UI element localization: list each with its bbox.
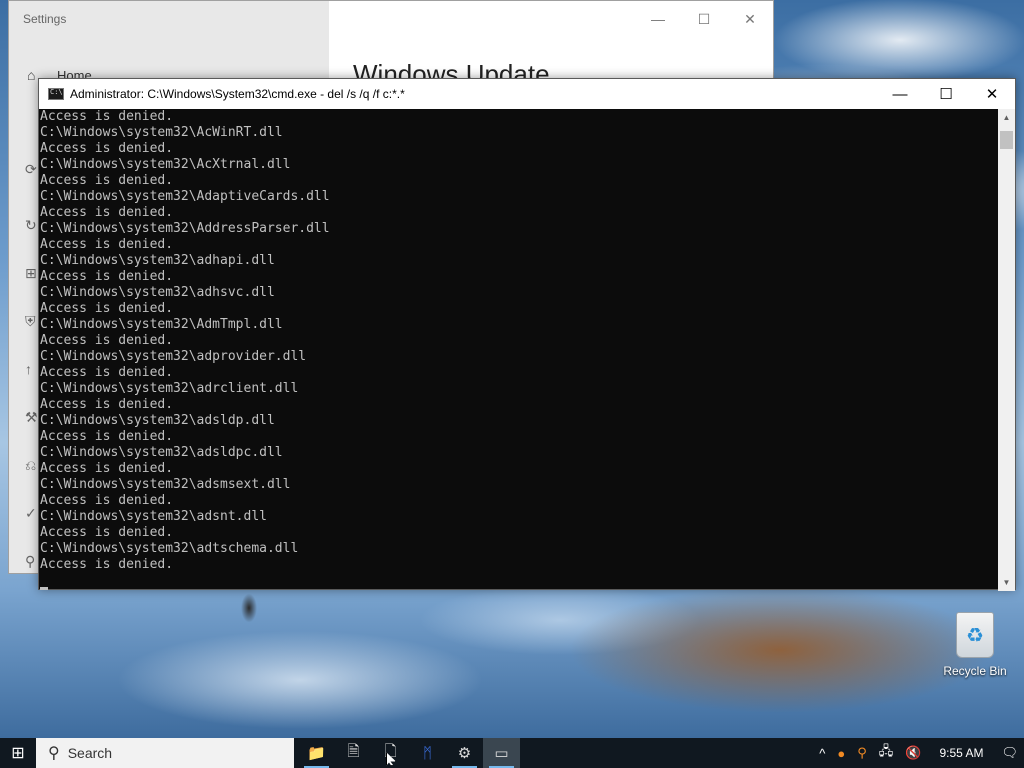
console-line: C:\Windows\system32\adsldpc.dll — [40, 445, 283, 460]
cmd-app-icon[interactable] — [48, 88, 64, 100]
cmd-icon: ▭ — [494, 745, 509, 762]
system-tray: ^ ● ⚲ 🖧 🔇 9:55 AM 🗨 — [813, 738, 1024, 768]
recycle-bin-label: Recycle Bin — [943, 664, 1007, 678]
console-line: C:\Windows\system32\adsmsext.dll — [40, 477, 291, 492]
file-explorer-icon: 📁 — [307, 745, 326, 762]
taskbar: ⊞ ⚲ Search 📁 🗎 🗋 ᛗ ⚙ ▭ ^ ● ⚲ 🖧 🔇 9:55 AM… — [0, 738, 1024, 768]
clock[interactable]: 9:55 AM — [927, 746, 995, 760]
console-line: Access is denied. — [40, 365, 174, 380]
cmd-close-button[interactable]: ✕ — [969, 79, 1015, 109]
console-line: C:\Windows\system32\AddressParser.dll — [40, 221, 330, 236]
console-line: Access is denied. — [40, 301, 174, 316]
console-line: Access is denied. — [40, 237, 174, 252]
volume-muted-icon[interactable]: 🔇 — [899, 745, 927, 761]
console-line: Access is denied. — [40, 333, 174, 348]
taskbar-settings[interactable]: ⚙ — [446, 738, 483, 768]
taskbar-search-box[interactable]: ⚲ Search — [36, 738, 294, 768]
console-line: Access is denied. — [40, 109, 174, 124]
console-line: Access is denied. — [40, 557, 174, 572]
console-line: C:\Windows\system32\adsldp.dll — [40, 413, 275, 428]
action-center-icon[interactable]: 🗨 — [995, 745, 1024, 761]
network-icon[interactable]: 🖧 — [873, 742, 900, 764]
start-button[interactable]: ⊞ — [0, 738, 36, 768]
console-line: C:\Windows\system32\adprovider.dll — [40, 349, 307, 364]
console-line: Access is denied. — [40, 269, 174, 284]
console-line: Access is denied. — [40, 205, 174, 220]
console-cursor — [40, 587, 48, 590]
cmd-window-controls: — ☐ ✕ — [877, 79, 1015, 109]
settings-maximize-button[interactable]: ☐ — [681, 1, 727, 37]
console-line: C:\Windows\system32\adsnt.dll — [40, 509, 267, 524]
cmd-titlebar[interactable]: Administrator: C:\Windows\System32\cmd.e… — [39, 79, 1015, 109]
console-line: C:\Windows\system32\AcWinRT.dll — [40, 125, 283, 140]
taskbar-apps: 📁 🗎 🗋 ᛗ ⚙ ▭ — [298, 738, 520, 768]
console-line: C:\Windows\system32\AdmTmpl.dll — [40, 317, 283, 332]
wallpaper-figure — [236, 588, 262, 628]
taskbar-cmd[interactable]: ▭ — [483, 738, 520, 768]
show-hidden-icons-chevron-icon[interactable]: ^ — [813, 746, 831, 761]
console-line: C:\Windows\system32\adhsvc.dll — [40, 285, 275, 300]
windows-logo-icon: ⊞ — [11, 745, 25, 762]
console-line: Access is denied. — [40, 461, 174, 476]
settings-title: Settings — [23, 12, 67, 26]
cmd-window[interactable]: Administrator: C:\Windows\System32\cmd.e… — [38, 78, 1016, 591]
cmd-minimize-button[interactable]: — — [877, 79, 923, 109]
notepad-icon: 🗎 — [347, 742, 360, 760]
taskbar-file-explorer[interactable]: 📁 — [298, 738, 335, 768]
cmd-scrollbar[interactable]: ▲ ▼ — [998, 109, 1015, 591]
cmd-title: Administrator: C:\Windows\System32\cmd.e… — [70, 87, 405, 101]
recycle-bin-icon[interactable] — [956, 612, 994, 658]
console-line: Access is denied. — [40, 493, 174, 508]
console-line: C:\Windows\system32\AcXtrnal.dll — [40, 157, 291, 172]
console-line: C:\Windows\system32\adtschema.dll — [40, 541, 299, 556]
avast-icon[interactable]: ● — [831, 746, 851, 761]
settings-icon: ⚙ — [457, 745, 472, 762]
malwarebytes-icon: ᛗ — [422, 744, 432, 762]
scroll-thumb[interactable] — [1000, 131, 1013, 149]
search-tool-icon[interactable]: ⚲ — [851, 745, 873, 761]
search-icon: ⚲ — [48, 745, 60, 762]
console-output[interactable]: Access is denied. C:\Windows\system32\AcW… — [39, 109, 999, 591]
console-line: C:\Windows\system32\adhapi.dll — [40, 253, 275, 268]
settings-window-controls: — ☐ ✕ — [635, 1, 773, 37]
search-label: Search — [67, 745, 113, 761]
cmd-maximize-button[interactable]: ☐ — [923, 79, 969, 109]
console-line: Access is denied. — [40, 397, 174, 412]
console-line: Access is denied. — [40, 173, 174, 188]
console-line: Access is denied. — [40, 429, 174, 444]
scroll-down-arrow-icon[interactable]: ▼ — [998, 574, 1015, 591]
taskbar-notepad[interactable]: 🗎 — [335, 738, 372, 768]
scroll-up-arrow-icon[interactable]: ▲ — [998, 109, 1015, 126]
settings-minimize-button[interactable]: — — [635, 1, 681, 37]
console-line: Access is denied. — [40, 525, 174, 540]
settings-close-button[interactable]: ✕ — [727, 1, 773, 37]
console-line: C:\Windows\system32\adrclient.dll — [40, 381, 299, 396]
console-line: C:\Windows\system32\AdaptiveCards.dll — [40, 189, 330, 204]
recycle-bin-shortcut[interactable]: Recycle Bin — [940, 612, 1010, 678]
taskbar-malwarebytes[interactable]: ᛗ — [409, 738, 446, 768]
console-line: Access is denied. — [40, 141, 174, 156]
